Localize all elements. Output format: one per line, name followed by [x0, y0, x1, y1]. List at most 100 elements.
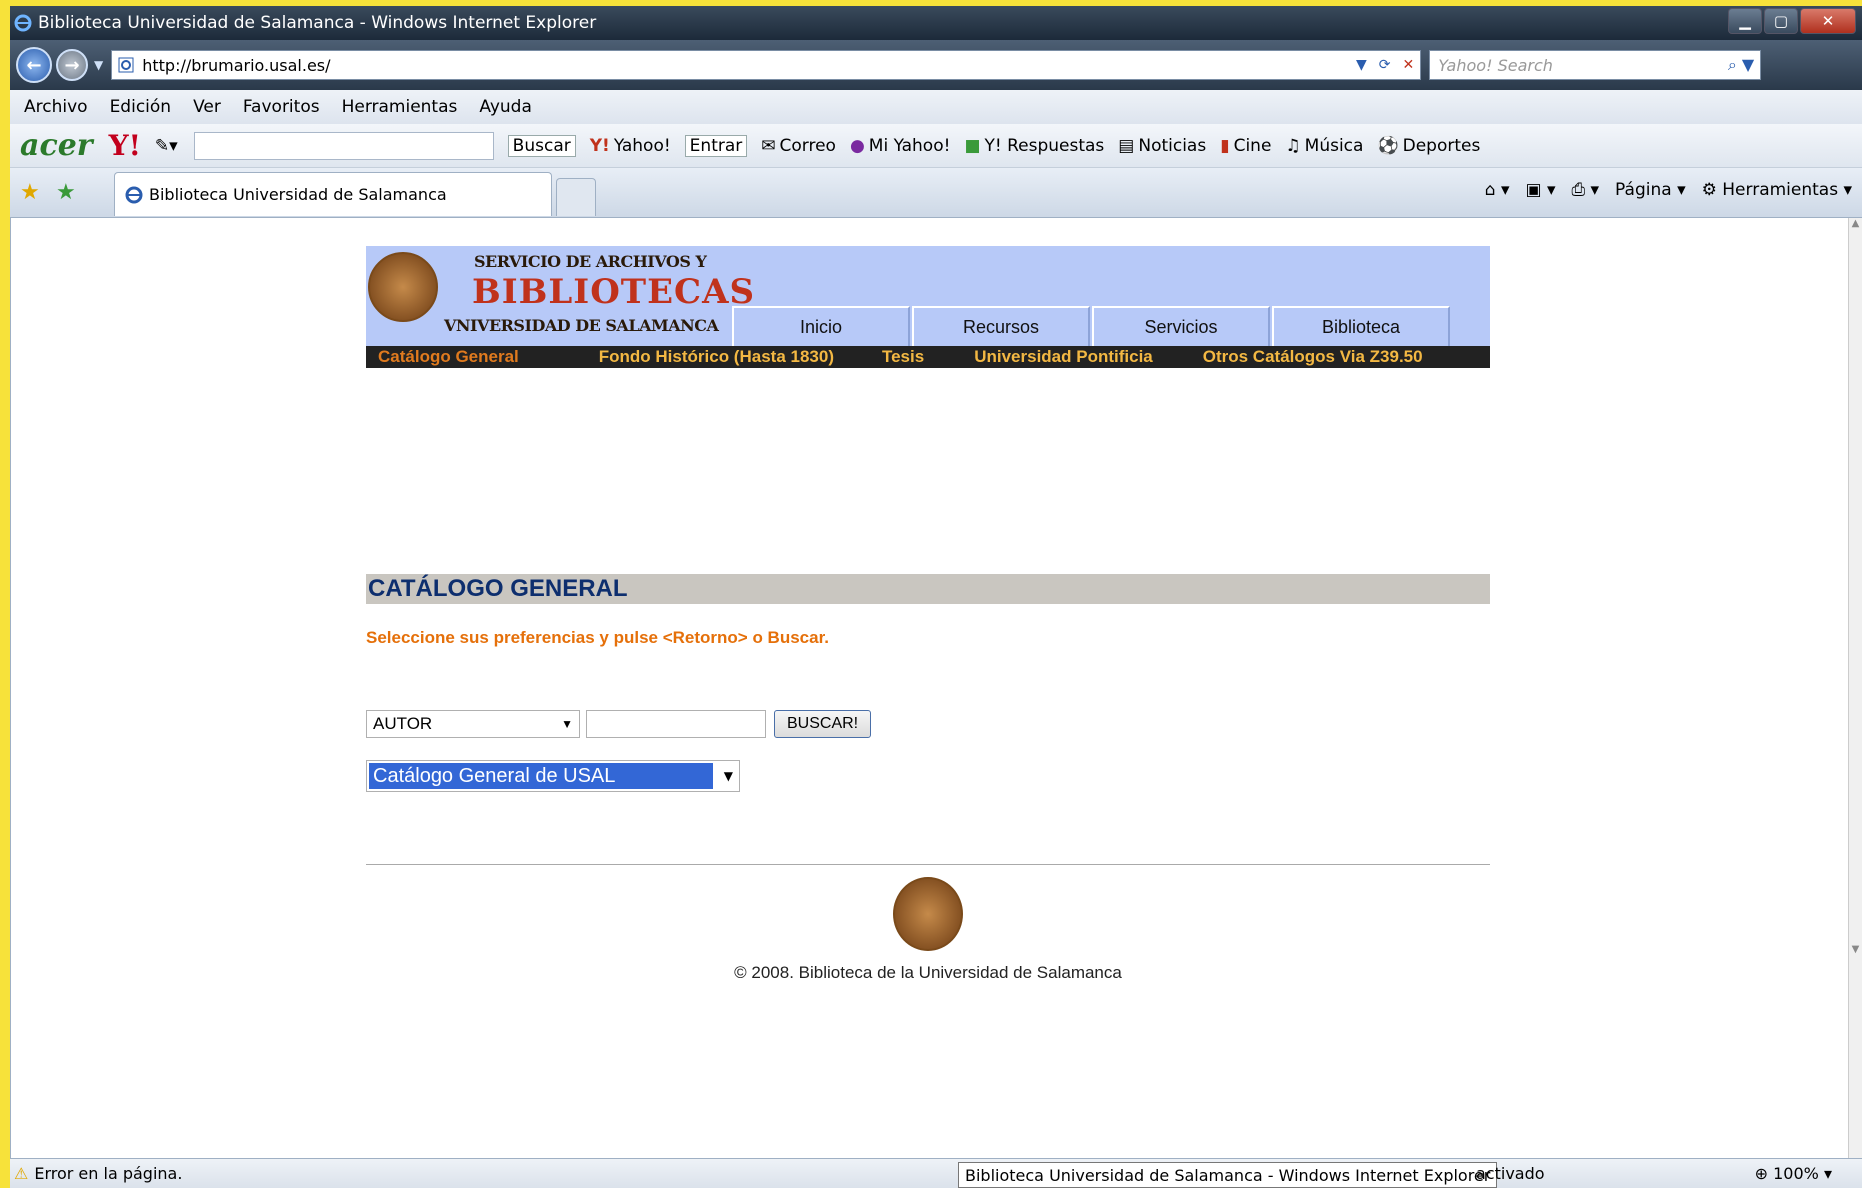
tools-menu-label: Herramientas — [1722, 180, 1839, 200]
yahoo-search-placeholder: Yahoo! Search — [1438, 55, 1553, 75]
tab-label: Biblioteca Universidad de Salamanca — [149, 185, 447, 204]
site-tab-servicios[interactable]: Servicios — [1092, 306, 1270, 346]
close-button[interactable]: ✕ — [1800, 8, 1856, 34]
buscar-button[interactable]: Buscar — [507, 134, 576, 157]
university-seal-logo[interactable] — [368, 252, 438, 322]
page-menu-label: Página — [1615, 180, 1672, 200]
menu-edicion[interactable]: Edición — [110, 97, 172, 117]
page-icon — [118, 57, 134, 73]
chevron-down-icon: ▼ — [723, 769, 733, 783]
toolbar-search-input[interactable] — [193, 131, 494, 160]
subnav-tesis[interactable]: Tesis — [882, 347, 924, 367]
page-viewport: SERVICIO DE ARCHIVOS Y BIBLIOTECAS VNIVE… — [10, 218, 1848, 1158]
subnav-catalogo-general[interactable]: Catálogo General — [378, 347, 519, 367]
tools-menu[interactable]: ⚙ Herramientas ▾ — [1702, 180, 1852, 200]
copyright-text: © 2008. Biblioteca de la Universidad de … — [734, 963, 1122, 982]
browser-window: Biblioteca Universidad de Salamanca - Wi… — [0, 0, 1862, 1188]
catalog-subnav: Catálogo General Fondo Histórico (Hasta … — [366, 346, 1490, 368]
yahoo-logo[interactable]: Y! — [109, 129, 141, 162]
page-title: CATÁLOGO GENERAL — [366, 574, 1490, 604]
sports-icon: ⚽ — [1377, 135, 1399, 156]
status-bar: ⚠ Error en la página. — [10, 1158, 1862, 1188]
favorites-star-icon[interactable]: ★ — [20, 180, 40, 205]
toolbar-mi-yahoo[interactable]: Mi Yahoo! — [869, 136, 951, 156]
stop-icon[interactable]: ✕ — [1403, 57, 1415, 73]
search-field-select[interactable]: AUTOR ▼ — [366, 710, 580, 738]
catalog-select[interactable]: Catálogo General de USAL ▼ — [366, 760, 740, 792]
vertical-scrollbar[interactable]: ▲ ▼ — [1848, 218, 1862, 1158]
forward-button[interactable]: → — [56, 49, 88, 81]
toolbar-deportes[interactable]: Deportes — [1403, 136, 1481, 156]
page-content: SERVICIO DE ARCHIVOS Y BIBLIOTECAS VNIVE… — [366, 246, 1490, 983]
title-bar: Biblioteca Universidad de Salamanca - Wi… — [10, 6, 1862, 40]
new-tab-button[interactable] — [556, 178, 596, 216]
back-button[interactable]: ← — [16, 47, 52, 83]
window-title: Biblioteca Universidad de Salamanca - Wi… — [38, 13, 597, 33]
toolbar-musica[interactable]: Música — [1305, 136, 1364, 156]
status-message[interactable]: Error en la página. — [34, 1164, 182, 1183]
feeds-icon[interactable]: ▣ ▾ — [1526, 180, 1556, 200]
news-icon: ▤ — [1118, 135, 1135, 156]
toolbar-respuestas[interactable]: Y! Respuestas — [985, 136, 1105, 156]
menu-bar: Archivo Edición Ver Favoritos Herramient… — [10, 90, 1862, 124]
search-icon[interactable]: ⌕ ▼ — [1728, 55, 1760, 75]
brand-line-3: VNIVERSIDAD DE SALAMANCA — [444, 316, 719, 335]
search-input[interactable] — [586, 710, 766, 738]
window-tooltip: Biblioteca Universidad de Salamanca - Wi… — [958, 1162, 1498, 1188]
yahoo-search-input[interactable]: Yahoo! Search ⌕ ▼ — [1429, 50, 1762, 80]
toolbar-entrar[interactable]: Entrar — [684, 134, 748, 157]
acer-logo[interactable]: acer — [20, 128, 93, 163]
status-mode: activado — [1476, 1164, 1545, 1183]
toolbar-yahoo[interactable]: Yahoo! — [614, 136, 671, 156]
brand-line-1: SERVICIO DE ARCHIVOS Y — [474, 252, 707, 271]
catalog-select-value: Catálogo General de USAL — [369, 763, 713, 789]
page-menu[interactable]: Página ▾ — [1615, 180, 1686, 200]
answers-icon: ■ — [964, 135, 981, 156]
warning-icon[interactable]: ⚠ — [14, 1164, 28, 1183]
address-bar[interactable]: http://brumario.usal.es/ ▼ ⟳ ✕ — [111, 50, 1422, 80]
search-form: AUTOR ▼ BUSCAR! — [366, 710, 1490, 738]
instructions-text: Seleccione sus preferencias y pulse <Ret… — [366, 628, 829, 647]
search-button[interactable]: BUSCAR! — [774, 710, 872, 738]
subnav-universidad-pontificia[interactable]: Universidad Pontificia — [974, 347, 1153, 367]
cinema-icon: ▮ — [1220, 135, 1230, 156]
subnav-otros-catalogos[interactable]: Otros Catálogos Via Z39.50 — [1203, 347, 1423, 367]
mail-icon: ✉ — [761, 135, 776, 156]
chevron-down-icon: ▼ — [561, 717, 573, 731]
menu-ayuda[interactable]: Ayuda — [479, 97, 532, 117]
add-favorites-icon[interactable]: ★ — [56, 180, 76, 205]
ie-icon — [14, 14, 32, 32]
menu-favoritos[interactable]: Favoritos — [243, 97, 320, 117]
tab-biblioteca[interactable]: Biblioteca Universidad de Salamanca — [114, 172, 552, 216]
home-icon[interactable]: ⌂ ▾ — [1485, 180, 1510, 200]
maximize-button[interactable]: ▢ — [1764, 8, 1798, 34]
toolbar-noticias[interactable]: Noticias — [1138, 136, 1206, 156]
history-dropdown-icon[interactable]: ▼ — [94, 58, 103, 72]
footer-divider — [366, 864, 1490, 865]
menu-archivo[interactable]: Archivo — [24, 97, 88, 117]
zoom-control[interactable]: ⊕ 100% ▾ — [1755, 1164, 1832, 1183]
brand-line-2: BIBLIOTECAS — [472, 272, 756, 312]
zoom-level: 100% — [1773, 1164, 1819, 1183]
menu-herramientas[interactable]: Herramientas — [342, 97, 458, 117]
music-icon: ♫ — [1285, 135, 1301, 156]
toolbar-cine[interactable]: Cine — [1234, 136, 1272, 156]
menu-ver[interactable]: Ver — [193, 97, 221, 117]
search-field-value: AUTOR — [373, 714, 433, 733]
toolbar-correo[interactable]: Correo — [780, 136, 836, 156]
address-dropdown-icon[interactable]: ▼ — [1356, 57, 1367, 73]
pencil-icon[interactable]: ✎▾ — [155, 136, 178, 156]
yahoo-toolbar: acer Y! ✎▾ Buscar Y! Yahoo! Entrar ✉ Corre… — [10, 124, 1862, 168]
site-banner: SERVICIO DE ARCHIVOS Y BIBLIOTECAS VNIVE… — [366, 246, 1490, 346]
site-tab-recursos[interactable]: Recursos — [912, 306, 1090, 346]
site-tabs: Inicio Recursos Servicios Biblioteca — [732, 306, 1450, 346]
site-tab-inicio[interactable]: Inicio — [732, 306, 910, 346]
minimize-button[interactable]: ▁ — [1728, 8, 1762, 34]
ie-icon — [125, 186, 143, 203]
subnav-fondo-historico[interactable]: Fondo Histórico (Hasta 1830) — [599, 347, 834, 367]
refresh-icon[interactable]: ⟳ — [1379, 57, 1391, 73]
address-row: ← → ▼ http://brumario.usal.es/ ▼ ⟳ ✕ Yah… — [10, 40, 1862, 90]
tab-row: ★ ★ Biblioteca Universidad de Salamanca … — [10, 168, 1862, 218]
print-icon[interactable]: ⎙ ▾ — [1572, 180, 1600, 200]
site-tab-biblioteca[interactable]: Biblioteca — [1272, 306, 1450, 346]
